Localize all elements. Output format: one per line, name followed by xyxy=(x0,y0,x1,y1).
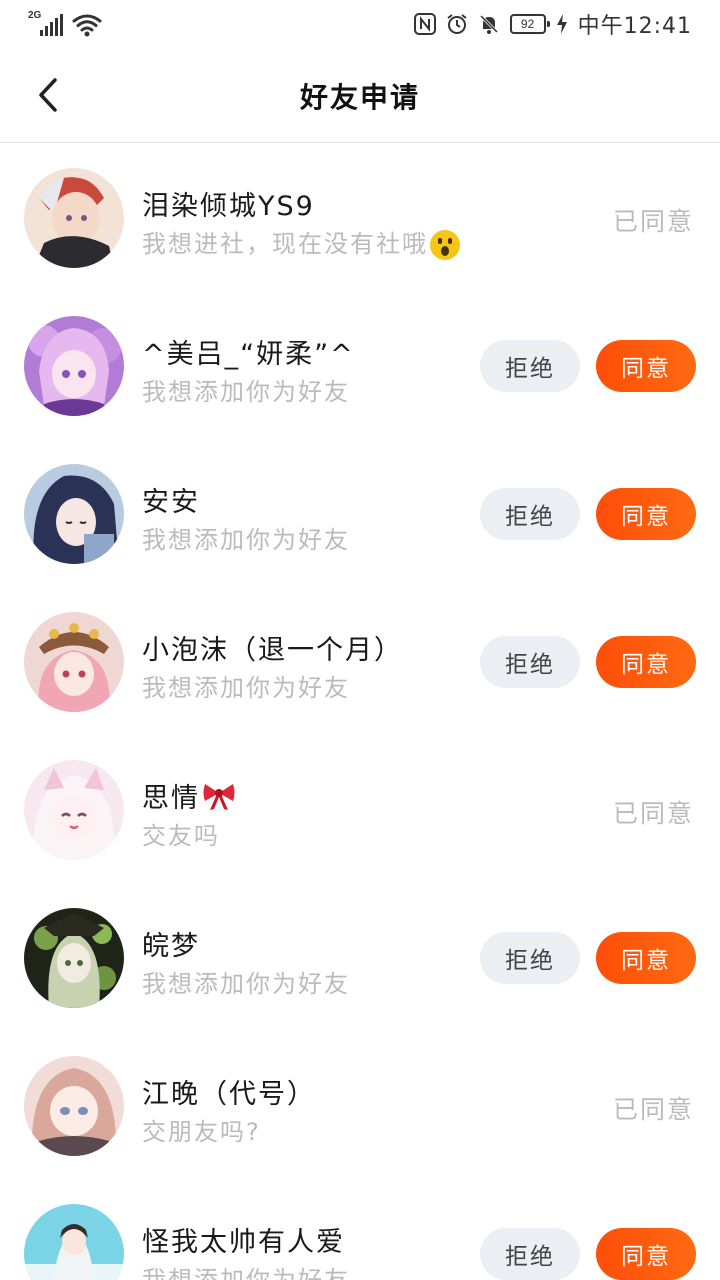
avatar[interactable] xyxy=(24,1204,124,1280)
requester-name: ^美吕_“妍柔”^ xyxy=(142,339,355,370)
agree-button[interactable]: 同意 xyxy=(596,488,696,540)
list-item: 怪我太帅有人爱 我想添加你为好友 拒绝 同意 xyxy=(0,1180,720,1280)
avatar[interactable] xyxy=(24,760,124,860)
ribbon-emoji xyxy=(202,781,236,818)
status-right: 92 中午12:41 xyxy=(413,8,692,40)
clock: 中午12:41 xyxy=(577,14,692,39)
avatar[interactable] xyxy=(24,316,124,416)
reject-button[interactable]: 拒绝 xyxy=(480,488,580,540)
request-message: 交朋友吗? xyxy=(142,1118,261,1146)
list-item: 泪染倾城YS9 我想进社，现在没有社哦 已同意 xyxy=(0,144,720,292)
friend-request-list: 泪染倾城YS9 我想进社，现在没有社哦 已同意 ^美吕_“妍柔”^ 我想添加你为… xyxy=(0,144,720,1280)
status-agreed-label: 已同意 xyxy=(612,799,694,828)
nfc-icon xyxy=(413,13,436,35)
avatar[interactable] xyxy=(24,908,124,1008)
requester-name: 江晚（代号） xyxy=(142,1079,316,1110)
request-message: 我想添加你为好友 xyxy=(142,970,350,998)
list-item: 小泡沫（退一个月） 我想添加你为好友 拒绝 同意 xyxy=(0,588,720,736)
list-item: 江晚（代号） 交朋友吗? 已同意 xyxy=(0,1032,720,1180)
agree-button[interactable]: 同意 xyxy=(596,932,696,984)
battery-icon: 92 xyxy=(509,14,550,34)
agree-button[interactable]: 同意 xyxy=(596,1228,696,1280)
requester-name: 怪我太帅有人爱 xyxy=(142,1227,345,1258)
request-message: 我想进社，现在没有社哦 xyxy=(142,224,460,260)
avatar[interactable] xyxy=(24,1056,124,1156)
mute-icon xyxy=(478,13,500,35)
request-message: 交友吗 xyxy=(142,822,220,850)
requester-name: 思情 xyxy=(142,776,236,818)
astonished-face-emoji xyxy=(430,230,460,260)
signal-icon: 2G xyxy=(28,10,64,38)
requester-name: 泪染倾城YS9 xyxy=(142,191,315,222)
status-bar: 2G 92 中午12:41 xyxy=(0,0,720,48)
reject-button[interactable]: 拒绝 xyxy=(480,1228,580,1280)
list-item: 思情 交友吗 已同意 xyxy=(0,736,720,884)
reject-button[interactable]: 拒绝 xyxy=(480,340,580,392)
header: 好友申请 xyxy=(0,48,720,143)
request-message: 我想添加你为好友 xyxy=(142,674,350,702)
reject-button[interactable]: 拒绝 xyxy=(480,636,580,688)
list-item: 安安 我想添加你为好友 拒绝 同意 xyxy=(0,440,720,588)
agree-button[interactable]: 同意 xyxy=(596,636,696,688)
requester-name: 皖梦 xyxy=(142,931,200,962)
request-message: 我想添加你为好友 xyxy=(142,526,350,554)
list-item: ^美吕_“妍柔”^ 我想添加你为好友 拒绝 同意 xyxy=(0,292,720,440)
wifi-icon xyxy=(72,12,102,38)
request-message: 我想添加你为好友 xyxy=(142,1266,350,1280)
avatar[interactable] xyxy=(24,168,124,268)
alarm-icon xyxy=(446,13,468,35)
reject-button[interactable]: 拒绝 xyxy=(480,932,580,984)
page-title: 好友申请 xyxy=(299,81,420,114)
list-item: 皖梦 我想添加你为好友 拒绝 同意 xyxy=(0,884,720,1032)
charging-icon xyxy=(556,13,568,35)
avatar[interactable] xyxy=(24,464,124,564)
status-left: 2G xyxy=(28,10,102,38)
avatar[interactable] xyxy=(24,612,124,712)
battery-level: 92 xyxy=(520,17,535,31)
requester-name: 小泡沫（退一个月） xyxy=(142,635,403,666)
status-agreed-label: 已同意 xyxy=(612,207,694,236)
request-message: 我想添加你为好友 xyxy=(142,378,350,406)
agree-button[interactable]: 同意 xyxy=(596,340,696,392)
requester-name: 安安 xyxy=(142,487,200,518)
status-agreed-label: 已同意 xyxy=(612,1095,694,1124)
